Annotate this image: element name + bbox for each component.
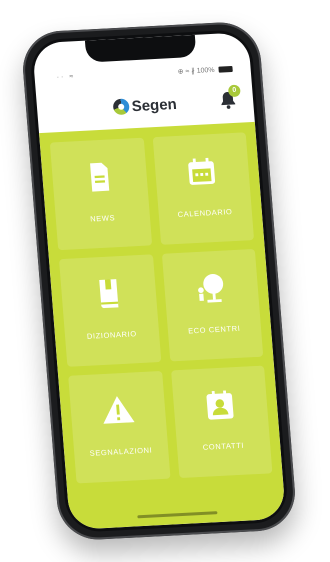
status-indicators: ⊕ ≈ ∦ 100%: [177, 66, 215, 76]
book-icon: [98, 278, 119, 308]
status-left: ·· ≈: [56, 73, 76, 82]
menu-area: NEWS CALENDARIO DIZIONARIO ECO CENTRI SE…: [39, 121, 287, 530]
tile-label-news: NEWS: [89, 212, 116, 224]
page: ·· ≈ ⊕ ≈ ∦ 100% Segen 0 NEWS CALENDARIO …: [0, 0, 330, 562]
eco-center-tile[interactable]: ECO CENTRI: [161, 248, 264, 362]
contact-icon: [206, 389, 234, 420]
phone-bezel: ·· ≈ ⊕ ≈ ∦ 100% Segen 0 NEWS CALENDARIO …: [28, 28, 290, 534]
app-logo[interactable]: Segen: [113, 95, 178, 116]
home-indicator: [137, 511, 218, 519]
eco-center-icon: [198, 273, 224, 303]
calendar-tile[interactable]: CALENDARIO: [152, 132, 255, 245]
battery-icon: [218, 65, 233, 73]
phone-notch: [84, 34, 197, 63]
warning-icon: [103, 395, 135, 424]
news-icon: [89, 162, 109, 192]
app-header: Segen 0: [36, 82, 255, 129]
reports-tile[interactable]: SEGNALAZIONI: [68, 370, 171, 484]
notification-badge: 0: [227, 84, 241, 98]
status-right: ⊕ ≈ ∦ 100%: [177, 65, 233, 76]
calendar-icon: [188, 157, 216, 185]
tile-label-dizionario: DIZIONARIO: [86, 328, 138, 341]
app-screen: ·· ≈ ⊕ ≈ ∦ 100% Segen 0 NEWS CALENDARIO …: [31, 32, 287, 530]
news-tile[interactable]: NEWS: [49, 137, 152, 251]
tile-label-eco-centri: ECO CENTRI: [187, 323, 241, 336]
phone-mockup: ·· ≈ ⊕ ≈ ∦ 100% Segen 0 NEWS CALENDARIO …: [20, 20, 298, 542]
tile-label-segnalazioni: SEGNALAZIONI: [89, 445, 153, 458]
logo-mark-icon: [113, 98, 131, 116]
tile-label-contatti: CONTATTI: [202, 440, 245, 452]
tile-label-calendario: CALENDARIO: [177, 206, 233, 219]
contacts-tile[interactable]: CONTATTI: [170, 365, 273, 479]
menu-grid: NEWS CALENDARIO DIZIONARIO ECO CENTRI SE…: [49, 132, 273, 484]
app-logo-text: Segen: [131, 95, 178, 115]
dictionary-tile[interactable]: DIZIONARIO: [58, 254, 161, 367]
notifications-button[interactable]: 0: [216, 84, 241, 112]
